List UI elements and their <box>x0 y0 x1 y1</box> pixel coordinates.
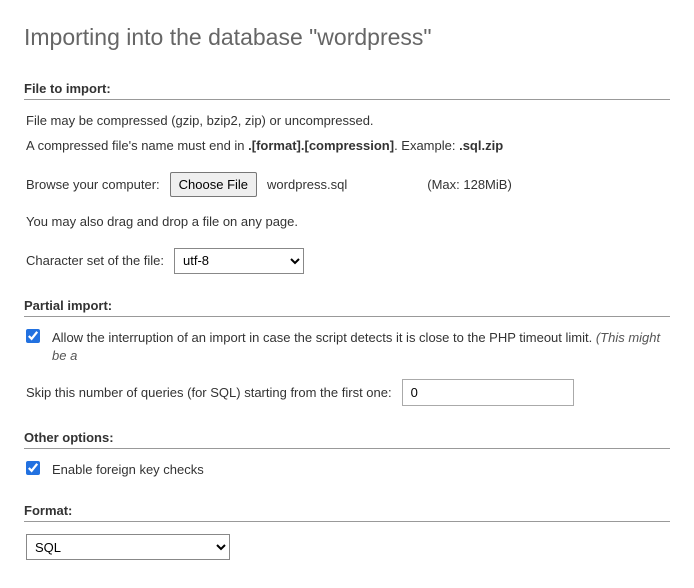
dragdrop-note: You may also drag and drop a file on any… <box>26 213 670 232</box>
section-header-other-options: Other options: <box>24 430 670 449</box>
browse-label: Browse your computer: <box>26 177 160 192</box>
allow-interrupt-label: Allow the interruption of an import in c… <box>52 329 670 365</box>
section-header-format: Format: <box>24 503 670 522</box>
section-header-partial-import: Partial import: <box>24 298 670 317</box>
charset-select[interactable]: utf-8 <box>174 248 304 274</box>
skip-queries-input[interactable] <box>402 379 574 406</box>
skip-queries-label: Skip this number of queries (for SQL) st… <box>26 385 392 400</box>
compress-note: File may be compressed (gzip, bzip2, zip… <box>26 112 670 131</box>
section-header-file-import: File to import: <box>24 81 670 100</box>
choose-file-button[interactable]: Choose File <box>170 172 257 197</box>
selected-filename: wordpress.sql <box>267 177 347 192</box>
max-size-label: (Max: 128MiB) <box>427 177 512 192</box>
foreign-key-label: Enable foreign key checks <box>52 461 204 479</box>
charset-label: Character set of the file: <box>26 253 164 268</box>
foreign-key-checkbox[interactable] <box>26 461 40 475</box>
filename-note: A compressed file's name must end in .[f… <box>26 137 670 156</box>
page-title: Importing into the database "wordpress" <box>24 24 670 51</box>
format-select[interactable]: SQL <box>26 534 230 560</box>
allow-interrupt-checkbox[interactable] <box>26 329 40 343</box>
